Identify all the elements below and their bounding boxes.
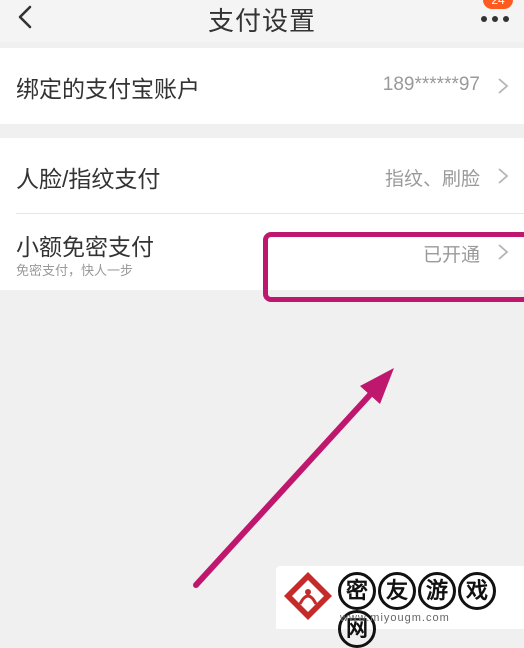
watermark-url: www.miyougm.com <box>340 612 450 624</box>
face-fingerprint-pay-label: 人脸/指纹支付 <box>16 166 161 192</box>
watermark-char: 游 <box>418 572 456 610</box>
alipay-account-label: 绑定的支付宝账户 <box>16 76 200 102</box>
alipay-account-value: 189******97 <box>382 74 480 95</box>
navigation-bar: 支付设置 24 <box>0 0 524 42</box>
face-fingerprint-pay-row[interactable]: 人脸/指纹支付 指纹、刷脸 <box>0 138 524 214</box>
watermark-char: 友 <box>378 572 416 610</box>
watermark-title: 密友游戏网 <box>338 572 524 648</box>
site-watermark: 密友游戏网 www.miyougm.com <box>276 566 524 648</box>
watermark-logo-icon <box>284 572 332 620</box>
more-options-icon[interactable] <box>478 10 514 24</box>
notification-badge: 24 <box>483 0 513 9</box>
alipay-account-group: 绑定的支付宝账户 189******97 <box>0 48 524 124</box>
annotation-highlight-box <box>263 232 524 302</box>
small-amount-pay-label: 小额免密支付 <box>16 234 154 260</box>
small-amount-pay-sublabel: 免密支付，快人一步 <box>16 263 134 278</box>
watermark-char: 密 <box>338 572 376 610</box>
page-title: 支付设置 <box>207 6 316 36</box>
alipay-account-row[interactable]: 绑定的支付宝账户 189******97 <box>0 48 524 124</box>
face-fingerprint-pay-value: 指纹、刷脸 <box>384 169 480 190</box>
watermark-char: 戏 <box>458 572 496 610</box>
chevron-right-icon <box>498 168 509 184</box>
chevron-right-icon <box>498 78 509 94</box>
